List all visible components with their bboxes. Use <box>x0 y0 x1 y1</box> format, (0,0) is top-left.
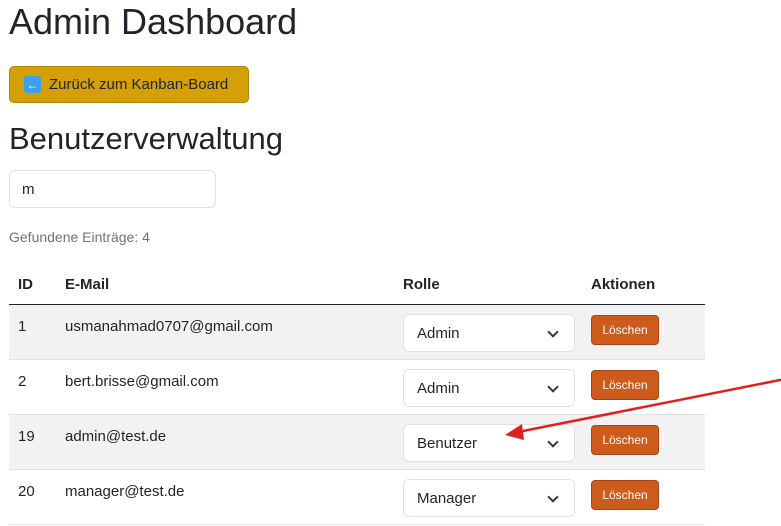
cell-email: admin@test.de <box>65 428 167 445</box>
search-input[interactable] <box>9 170 216 208</box>
role-select-value: Admin <box>417 379 460 397</box>
section-title: Benutzerverwaltung <box>9 121 283 156</box>
cell-email: usmanahmad0707@gmail.com <box>65 318 273 335</box>
table-row: 1 usmanahmad0707@gmail.com Admin Löschen <box>9 305 705 360</box>
table-row: 2 bert.brisse@gmail.com Admin Löschen <box>9 360 705 415</box>
chevron-down-icon <box>547 381 559 393</box>
chevron-down-icon <box>547 436 559 448</box>
header-id: ID <box>18 276 33 293</box>
admin-dashboard-page: Admin Dashboard ← Zurück zum Kanban-Boar… <box>0 0 781 526</box>
header-role: Rolle <box>403 276 440 293</box>
page-title: Admin Dashboard <box>9 1 298 42</box>
table-header: ID E-Mail Rolle Aktionen <box>9 265 705 305</box>
users-table: ID E-Mail Rolle Aktionen 1 usmanahmad070… <box>9 265 705 525</box>
cell-id: 19 <box>18 428 35 445</box>
role-select[interactable]: Admin <box>403 369 575 407</box>
role-select-value: Admin <box>417 324 460 342</box>
delete-button[interactable]: Löschen <box>591 315 659 345</box>
chevron-down-icon <box>547 491 559 503</box>
header-email: E-Mail <box>65 276 110 293</box>
delete-button[interactable]: Löschen <box>591 425 659 455</box>
table-row: 19 admin@test.de Benutzer Löschen <box>9 415 705 470</box>
role-select[interactable]: Manager <box>403 479 575 517</box>
role-select[interactable]: Admin <box>403 314 575 352</box>
arrow-left-icon: ← <box>24 76 41 93</box>
cell-email: bert.brisse@gmail.com <box>65 373 219 390</box>
cell-email: manager@test.de <box>65 483 185 500</box>
role-select-value: Manager <box>417 489 477 507</box>
role-select-value: Benutzer <box>417 434 478 452</box>
back-button-label: Zurück zum Kanban-Board <box>49 76 229 93</box>
table-row: 20 manager@test.de Manager Löschen <box>9 470 705 525</box>
delete-button[interactable]: Löschen <box>591 370 659 400</box>
delete-button[interactable]: Löschen <box>591 480 659 510</box>
chevron-down-icon <box>547 326 559 338</box>
header-actions: Aktionen <box>591 276 656 293</box>
cell-id: 2 <box>18 373 27 390</box>
back-to-kanban-button[interactable]: ← Zurück zum Kanban-Board <box>9 66 249 103</box>
result-count: Gefundene Einträge: 4 <box>9 229 150 245</box>
cell-id: 20 <box>18 483 35 500</box>
cell-id: 1 <box>18 318 27 335</box>
role-select[interactable]: Benutzer <box>403 424 575 462</box>
